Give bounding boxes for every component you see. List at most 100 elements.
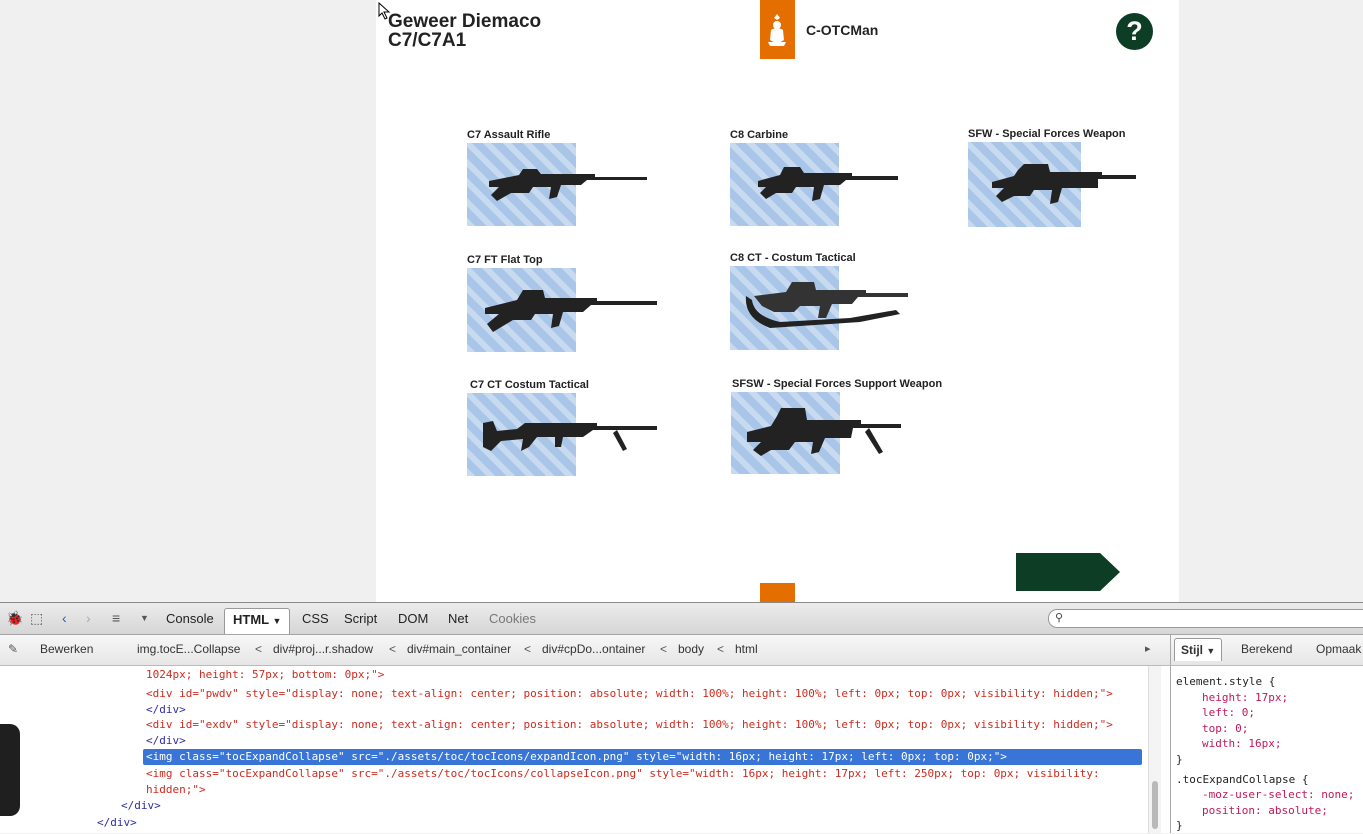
tab-html[interactable]: HTML ▼ — [224, 608, 291, 634]
rifle-icon — [747, 408, 901, 456]
rifle-icon — [992, 164, 1136, 204]
edit-icon[interactable]: ✎ — [8, 642, 18, 656]
weapon-label: SFW - Special Forces Weapon — [968, 128, 1126, 140]
breadcrumb-separator: < — [255, 642, 263, 656]
devtools-search[interactable]: ⚲ — [1048, 609, 1363, 628]
rifle-icon — [485, 290, 657, 332]
iclipboard-tab[interactable]: iClipboard — [0, 724, 20, 816]
weapon-item-c8-ct[interactable]: C8 CT - Costum Tactical — [730, 251, 908, 350]
chevron-down-icon: ▼ — [272, 616, 282, 626]
devtools-toolbar: 🐞 ⬚ ‹ › ≡ ▼ Console HTML ▼ CSS Script DO… — [0, 603, 1363, 635]
rifle-icon — [745, 282, 908, 328]
weapon-item-c7-ct[interactable]: C7 CT Costum Tactical — [467, 378, 657, 476]
weapon-thumbnail[interactable] — [730, 143, 898, 226]
weapon-thumbnail[interactable] — [467, 393, 657, 476]
tab-cookies[interactable]: Cookies — [481, 608, 544, 630]
style-property[interactable]: -moz-user-select: none; — [1202, 787, 1354, 803]
code-line[interactable]: </div> — [146, 702, 186, 718]
devtools-panel: 🐞 ⬚ ‹ › ≡ ▼ Console HTML ▼ CSS Script DO… — [0, 602, 1363, 833]
help-button[interactable]: ? — [1116, 13, 1153, 50]
style-property[interactable]: position: absolute; — [1202, 803, 1328, 819]
rifle-icon — [758, 167, 898, 201]
bottom-orange-tab[interactable] — [760, 583, 795, 602]
next-arrow-button[interactable] — [1016, 553, 1120, 591]
menu-list-icon[interactable]: ≡ — [112, 610, 120, 626]
forward-icon[interactable]: › — [86, 610, 91, 626]
edit-button[interactable]: Bewerken — [40, 642, 93, 656]
crest-logo — [760, 0, 795, 59]
back-icon[interactable]: ‹ — [62, 610, 67, 626]
code-scrollbar[interactable] — [1148, 666, 1161, 833]
code-line[interactable]: </div> — [97, 815, 137, 831]
weapon-item-sfsw[interactable]: SFSW - Special Forces Support Weapon — [731, 377, 943, 474]
style-property[interactable]: width: 16px; — [1202, 736, 1281, 752]
tab-opmaak[interactable]: Opmaak — [1316, 642, 1361, 656]
lion-crest-icon — [768, 14, 786, 46]
code-line[interactable]: <div id="pwdv" style="display: none; tex… — [146, 686, 1113, 702]
code-line-selected[interactable]: <img class="tocExpandCollapse" src="./as… — [143, 749, 1142, 765]
tab-net[interactable]: Net — [440, 608, 476, 630]
weapon-label: C8 CT - Costum Tactical — [730, 252, 856, 264]
app-name: C-OTCMan — [806, 22, 879, 38]
weapon-item-sfw[interactable]: SFW - Special Forces Weapon — [968, 127, 1136, 227]
breadcrumb-item[interactable]: div#cpDo...ontainer — [542, 642, 645, 656]
style-property[interactable]: height: 17px; — [1202, 690, 1288, 706]
scrollbar-thumb[interactable] — [1152, 781, 1158, 829]
style-selector[interactable]: element.style { — [1176, 674, 1275, 690]
breadcrumb-item[interactable]: div#main_container — [407, 642, 511, 656]
inspect-icon[interactable]: ⬚ — [30, 610, 43, 627]
code-line[interactable]: hidden;"> — [146, 782, 206, 798]
code-line[interactable]: <img class="tocExpandCollapse" src="./as… — [146, 766, 1100, 782]
breadcrumb-separator: < — [389, 642, 397, 656]
weapon-item-c7-ft-flat-top[interactable]: C7 FT Flat Top — [467, 253, 657, 352]
breadcrumb: ✎ Bewerken img.tocE...Collapse < div#pro… — [0, 635, 1170, 666]
code-line[interactable]: </div> — [121, 798, 161, 814]
weapon-label: C7 Assault Rifle — [467, 129, 551, 141]
tab-stijl[interactable]: Stijl ▼ — [1174, 638, 1223, 661]
breadcrumb-item[interactable]: img.tocE...Collapse — [137, 642, 240, 656]
weapon-thumbnail[interactable] — [467, 268, 657, 352]
breadcrumb-separator: < — [717, 642, 725, 656]
weapon-label: C7 CT Costum Tactical — [470, 379, 589, 391]
weapon-item-c8-carbine[interactable]: C8 Carbine — [730, 128, 898, 226]
weapon-thumbnail[interactable] — [467, 143, 647, 226]
weapon-item-c7-assault-rifle[interactable]: C7 Assault Rifle — [467, 128, 647, 226]
tab-script[interactable]: Script — [336, 608, 385, 630]
weapon-thumbnail[interactable] — [731, 392, 901, 474]
style-property[interactable]: top: 0; — [1202, 721, 1248, 737]
weapon-thumbnail[interactable] — [968, 142, 1136, 227]
tab-dom[interactable]: DOM — [390, 608, 436, 630]
weapon-label: C8 Carbine — [730, 129, 789, 141]
breadcrumb-item[interactable]: div#proj...r.shadow — [273, 642, 373, 656]
weapon-thumbnail[interactable] — [730, 266, 908, 350]
chevron-down-icon: ▼ — [1206, 646, 1216, 656]
tab-console[interactable]: Console — [158, 608, 222, 630]
rifle-icon — [483, 421, 657, 451]
weapon-label: C7 FT Flat Top — [467, 254, 543, 266]
breadcrumb-item[interactable]: body — [678, 642, 704, 656]
panel-toggle-icon[interactable]: ▸ — [1145, 642, 1151, 655]
html-source-view: 1024px; height: 57px; bottom: 0px;"> <di… — [0, 666, 1146, 833]
code-line[interactable]: <div id="exdv" style="display: none; tex… — [146, 717, 1113, 733]
styles-panel: element.style { height: 17px; left: 0; t… — [1170, 666, 1363, 833]
weapon-label: SFSW - Special Forces Support Weapon — [732, 378, 943, 390]
title-line-2: C7/C7A1 — [388, 30, 467, 51]
style-brace: } — [1176, 753, 1183, 766]
rifle-icon — [489, 169, 647, 201]
search-icon: ⚲ — [1055, 612, 1064, 624]
mouse-pointer-icon — [378, 2, 391, 20]
tab-css[interactable]: CSS — [294, 608, 337, 630]
page-title: Geweer Diemaco C7/C7A1 — [388, 12, 541, 50]
search-input[interactable] — [1069, 611, 1353, 627]
code-line[interactable]: 1024px; height: 57px; bottom: 0px;"> — [146, 667, 384, 683]
firebug-icon[interactable]: 🐞 — [6, 610, 23, 627]
code-line[interactable]: </div> — [146, 733, 186, 749]
side-panel-tabs: Stijl ▼ Berekend Opmaak — [1170, 635, 1363, 666]
breadcrumb-separator: < — [524, 642, 532, 656]
dropdown-arrow-icon[interactable]: ▼ — [140, 613, 149, 623]
style-selector[interactable]: .tocExpandCollapse { — [1176, 772, 1308, 788]
breadcrumb-item[interactable]: html — [735, 642, 758, 656]
tab-berekend[interactable]: Berekend — [1241, 642, 1292, 656]
style-property[interactable]: left: 0; — [1202, 705, 1255, 721]
presentation-page: Geweer Diemaco C7/C7A1 C-OTCMan ? C7 Ass… — [376, 0, 1179, 602]
